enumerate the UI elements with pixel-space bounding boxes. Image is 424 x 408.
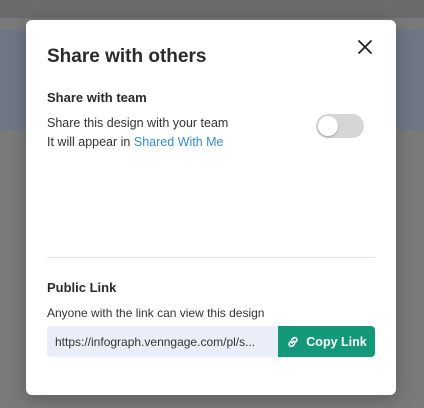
team-section-heading: Share with team [47, 90, 147, 105]
toggle-knob [318, 116, 338, 136]
shared-with-me-link[interactable]: Shared With Me [134, 135, 224, 149]
team-location-prefix: It will appear in [47, 135, 134, 149]
team-description: Share this design with your team [47, 116, 229, 130]
team-location-text: It will appear in Shared With Me [47, 135, 223, 149]
link-icon [286, 335, 300, 349]
close-icon[interactable] [354, 36, 376, 58]
backdrop-band [0, 0, 424, 18]
share-team-toggle[interactable] [316, 114, 364, 138]
modal-title: Share with others [47, 46, 207, 67]
copy-link-label: Copy Link [306, 334, 367, 349]
divider [47, 257, 375, 258]
copy-link-button[interactable]: Copy Link [278, 326, 375, 357]
public-link-heading: Public Link [47, 280, 117, 295]
share-modal: Share with others Share with team Share … [26, 20, 396, 395]
public-link-url-field[interactable] [47, 326, 279, 357]
public-link-description: Anyone with the link can view this desig… [47, 306, 265, 320]
